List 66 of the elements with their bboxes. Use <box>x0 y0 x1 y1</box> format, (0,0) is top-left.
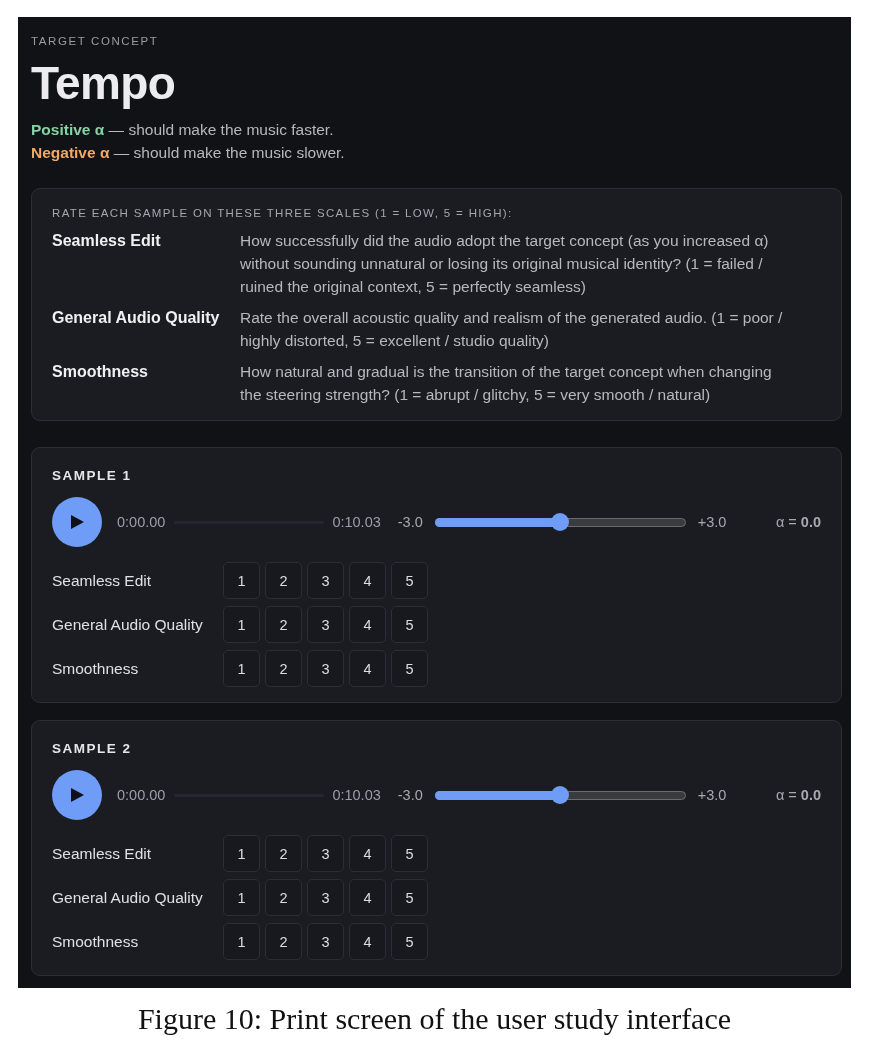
rating-label: Smoothness <box>52 659 139 677</box>
rating-option[interactable]: 1 <box>223 835 260 872</box>
rating-option[interactable]: 1 <box>223 650 260 687</box>
rating-option[interactable]: 5 <box>391 606 428 643</box>
rating-option[interactable]: 3 <box>307 606 344 643</box>
slider-max-label: +3.0 <box>697 787 727 803</box>
rating-option[interactable]: 3 <box>307 923 344 960</box>
criterion-description: How natural and gradual is the transition of the target concept when changing the steering strength? (1 = abrupt / glitchy, 5 = very smooth / natural) <box>240 362 773 405</box>
rating-label: Seamless Edit <box>52 571 152 589</box>
concept-title: Tempo <box>31 57 176 109</box>
rating-option[interactable]: 3 <box>307 650 344 687</box>
alpha-readout: α = 0.0 <box>775 514 821 530</box>
rating-label: Smoothness <box>52 932 139 950</box>
rating-option[interactable]: 5 <box>391 835 428 872</box>
slider-max-label: +3.0 <box>697 514 727 530</box>
rating-label: General Audio Quality <box>52 615 203 633</box>
duration-time: 0:10.03 <box>332 514 381 530</box>
rating-option[interactable]: 2 <box>265 562 302 599</box>
rating-option[interactable]: 4 <box>349 835 386 872</box>
duration-time: 0:10.03 <box>332 787 381 803</box>
rating-option[interactable]: 3 <box>307 835 344 872</box>
slider-thumb[interactable] <box>551 786 570 804</box>
rating-label: General Audio Quality <box>52 888 203 906</box>
sample-title: SAMPLE 1 <box>52 467 132 485</box>
slider-thumb[interactable] <box>551 513 570 531</box>
hint-text: Positive α — should make the music faster. <box>31 120 334 140</box>
rating-option[interactable]: 2 <box>265 835 302 872</box>
rating-option[interactable]: 4 <box>349 562 386 599</box>
rating-option[interactable]: 4 <box>349 879 386 916</box>
section-eyebrow: TARGET CONCEPT <box>31 34 159 49</box>
rating-option[interactable]: 3 <box>307 562 344 599</box>
rating-option[interactable]: 4 <box>349 650 386 687</box>
current-time: 0:00.00 <box>117 787 166 803</box>
hint-text: Negative α — should make the music slower. <box>31 143 345 163</box>
figure-caption: Figure 10: Print screen of the user study interface <box>137 1002 732 1036</box>
criterion-description: Rate the overall acoustic quality and realism of the generated audio. (1 = poor / highly distorted, 5 = excellent / studio quality) <box>240 308 784 351</box>
rating-option[interactable]: 1 <box>223 923 260 960</box>
rating-option[interactable]: 4 <box>349 923 386 960</box>
play-icon <box>70 515 84 529</box>
rating-option[interactable]: 2 <box>265 606 302 643</box>
rating-label: Seamless Edit <box>52 844 152 862</box>
play-button[interactable] <box>52 770 102 820</box>
slider-min-label: -3.0 <box>397 787 423 803</box>
rating-option[interactable]: 5 <box>391 650 428 687</box>
sample-title: SAMPLE 2 <box>52 740 132 758</box>
alpha-readout: α = 0.0 <box>775 787 821 803</box>
criterion-description: How successfully did the audio adopt the target concept (as you increased α) without sounding unnatural or losing its original musical identity? (1 = failed / ruined the original context, 5 = perfectly seamless) <box>240 231 770 297</box>
play-icon <box>70 788 84 802</box>
rating-option[interactable]: 3 <box>307 879 344 916</box>
current-time: 0:00.00 <box>117 514 166 530</box>
play-button[interactable] <box>52 497 102 547</box>
rating-option[interactable]: 4 <box>349 606 386 643</box>
rating-option[interactable]: 5 <box>391 923 428 960</box>
rating-option[interactable]: 1 <box>223 562 260 599</box>
rating-option[interactable]: 1 <box>223 879 260 916</box>
rating-option[interactable]: 5 <box>391 879 428 916</box>
slider-min-label: -3.0 <box>397 514 423 530</box>
rating-option[interactable]: 2 <box>265 879 302 916</box>
rating-option[interactable]: 1 <box>223 606 260 643</box>
rating-option[interactable]: 2 <box>265 923 302 960</box>
rating-option[interactable]: 5 <box>391 562 428 599</box>
criterion-name: General Audio Quality <box>52 308 220 328</box>
criteria-heading: RATE EACH SAMPLE ON THESE THREE SCALES (1 = LOW, 5 = HIGH): <box>52 206 513 221</box>
criterion-name: Smoothness <box>52 362 148 382</box>
rating-option[interactable]: 2 <box>265 650 302 687</box>
criterion-name: Seamless Edit <box>52 231 161 251</box>
